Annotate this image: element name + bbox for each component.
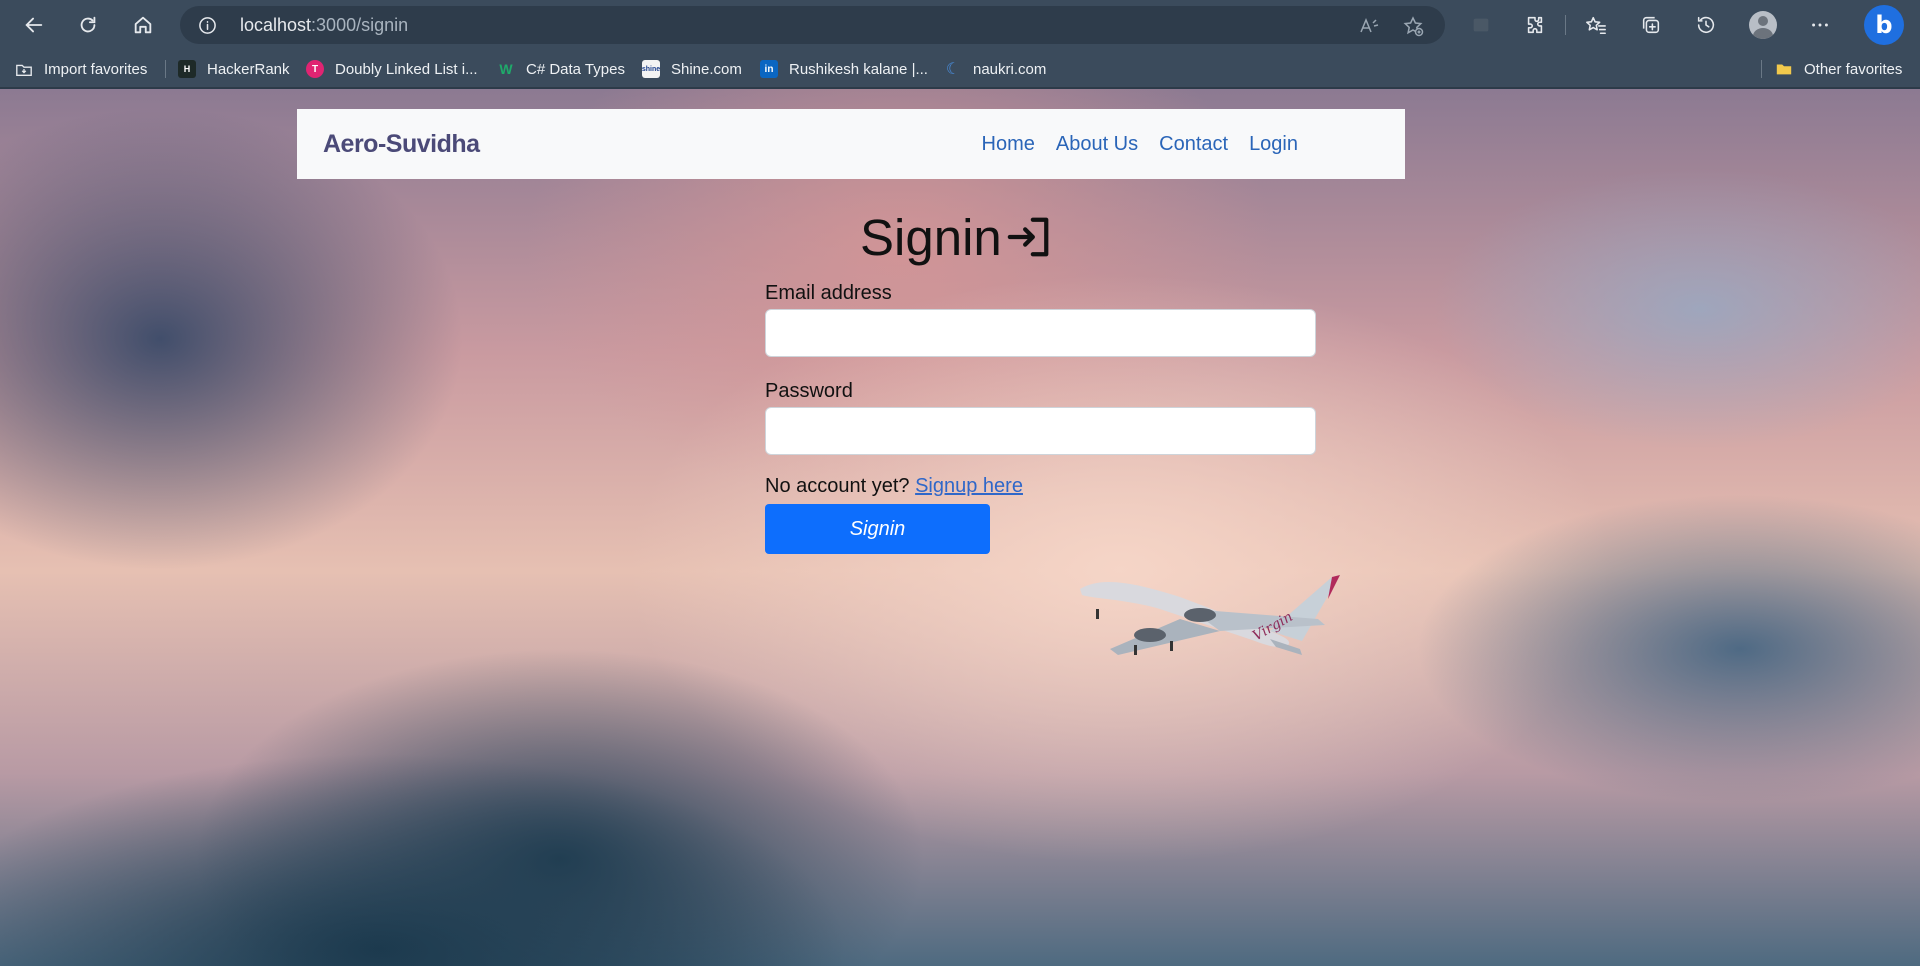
nav-contact-link[interactable]: Contact: [1159, 133, 1228, 156]
bookmark-naukri[interactable]: ☾ naukri.com: [944, 50, 1047, 88]
other-favorites-label: Other favorites: [1804, 60, 1903, 78]
favorites-button[interactable]: [1580, 9, 1612, 41]
favicon-t-icon: T: [306, 60, 324, 78]
bookmark-label: Shine.com: [671, 60, 742, 78]
nav-home-link[interactable]: Home: [982, 133, 1035, 156]
favorites-star-icon: [1586, 16, 1606, 35]
naukri-icon: ☾: [945, 61, 961, 78]
bookmark-label: C# Data Types: [526, 60, 625, 78]
page-viewport: Aero-Suvidha Home About Us Contact Login…: [0, 89, 1920, 966]
bookmark-csharp-data-types[interactable]: W C# Data Types: [497, 50, 625, 88]
bookmark-import-favorites[interactable]: Import favorites: [15, 50, 147, 88]
bookmarks-bar: Import favorites H HackerRank T Doubly Lin…: [0, 50, 1920, 88]
password-label: Password: [765, 380, 853, 402]
back-arrow-icon: [25, 17, 43, 33]
brand-logo[interactable]: Aero-Suvidha: [323, 109, 480, 179]
bookmark-divider: [1761, 60, 1762, 78]
puzzle-icon: [1527, 16, 1543, 34]
signin-heading: Signin: [860, 207, 1052, 267]
profile-head: [1758, 16, 1768, 26]
email-label: Email address: [765, 282, 892, 304]
browser-toolbar: localhost:3000/signin b: [0, 0, 1920, 50]
favicon-w-icon: W: [499, 61, 513, 77]
ellipsis-icon: [1812, 23, 1828, 27]
bookmark-hackerrank[interactable]: H HackerRank: [178, 50, 290, 88]
nav-about-link[interactable]: About Us: [1056, 133, 1138, 156]
extension-button[interactable]: [1465, 9, 1497, 41]
bookmark-label: HackerRank: [207, 60, 290, 78]
read-aloud-icon[interactable]: [1358, 15, 1380, 37]
bookmark-label: naukri.com: [973, 60, 1047, 78]
bookmark-linkedin[interactable]: in Rushikesh kalane |...: [760, 50, 928, 88]
extension-square-icon: [1473, 18, 1489, 32]
url-host: localhost: [240, 15, 312, 35]
home-icon: [134, 16, 152, 34]
collections-icon: [1642, 16, 1660, 34]
refresh-icon: [80, 16, 96, 33]
refresh-button[interactable]: [72, 9, 104, 41]
signin-title: Signin: [860, 208, 1002, 266]
profile-avatar[interactable]: [1749, 11, 1777, 39]
bookmark-shine[interactable]: shine Shine.com: [642, 50, 742, 88]
signin-button[interactable]: Signin: [765, 504, 990, 554]
bookmark-other-favorites[interactable]: Other favorites: [1775, 50, 1902, 88]
bookmark-label: Rushikesh kalane |...: [789, 60, 928, 78]
folder-icon: [1775, 60, 1793, 78]
signup-prompt: No account yet? Signup here: [765, 475, 1023, 498]
shine-icon: shine: [642, 60, 660, 78]
url-path: :3000/signin: [311, 15, 409, 35]
hackerrank-icon: H: [178, 60, 196, 78]
site-navbar: Aero-Suvidha Home About Us Contact Login: [297, 109, 1405, 179]
history-button[interactable]: [1690, 9, 1722, 41]
signup-link[interactable]: Signup here: [915, 475, 1023, 497]
password-field[interactable]: [765, 407, 1316, 455]
bookmark-label: Import favorites: [44, 60, 148, 78]
airplane-body: Virgin: [1080, 575, 1340, 655]
url-text[interactable]: localhost:3000/signin: [240, 6, 408, 44]
extensions-button[interactable]: [1519, 9, 1551, 41]
back-button[interactable]: [18, 9, 50, 41]
no-account-text: No account yet?: [765, 475, 910, 497]
import-icon: [15, 60, 33, 78]
site-info-icon[interactable]: [198, 16, 217, 35]
more-options-button[interactable]: [1804, 9, 1836, 41]
history-icon: [1697, 16, 1715, 34]
bookmark-divider: [165, 60, 166, 78]
nav-login-link[interactable]: Login: [1249, 133, 1298, 156]
address-bar[interactable]: localhost:3000/signin: [180, 6, 1445, 44]
collections-button[interactable]: [1635, 9, 1667, 41]
bing-copilot-icon[interactable]: b: [1864, 5, 1904, 45]
email-field[interactable]: [765, 309, 1316, 357]
nav-links: Home About Us Contact Login: [982, 109, 1299, 179]
bookmark-doubly-linked-list[interactable]: T Doubly Linked List i...: [306, 50, 478, 88]
bookmark-label: Doubly Linked List i...: [335, 60, 478, 78]
home-button[interactable]: [127, 9, 159, 41]
airplane-image: Virgin: [1080, 575, 1340, 655]
box-arrow-in-right-icon: [1007, 217, 1049, 257]
profile-body: [1753, 28, 1773, 39]
toolbar-divider: [1565, 15, 1566, 35]
add-favorite-icon[interactable]: [1402, 15, 1424, 37]
linkedin-icon: in: [760, 60, 778, 78]
